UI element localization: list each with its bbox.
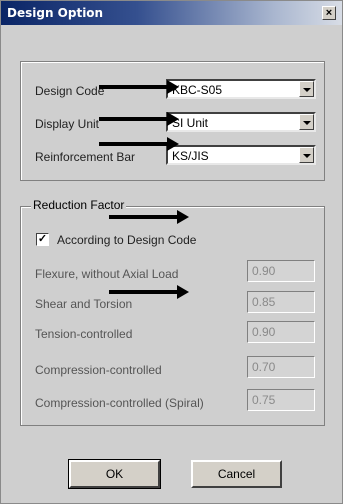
design-code-value: KBC-S05 [172, 83, 223, 97]
tension-controlled-value: 0.90 [252, 325, 276, 339]
annotation-arrow [99, 80, 179, 94]
tension-controlled-field[interactable]: 0.90 [247, 321, 315, 343]
display-unit-label: Display Unit [35, 117, 100, 131]
annotation-arrow [109, 210, 189, 224]
design-code-dropdown-button[interactable] [299, 81, 314, 97]
according-to-design-code-label: According to Design Code [57, 233, 197, 247]
annotation-arrow [99, 112, 179, 126]
display-unit-dropdown-button[interactable] [299, 114, 314, 130]
chevron-down-icon [303, 154, 311, 158]
according-to-design-code-checkbox[interactable]: ✓ [36, 233, 49, 246]
ok-button[interactable]: OK [69, 460, 160, 488]
flexure-label: Flexure, without Axial Load [35, 267, 179, 281]
close-button[interactable]: × [322, 6, 336, 20]
close-icon: × [325, 7, 333, 19]
compression-controlled-value: 0.70 [252, 360, 276, 374]
display-unit-select[interactable]: SI Unit [166, 112, 316, 132]
tension-controlled-label: Tension-controlled [35, 327, 133, 341]
compression-spiral-field[interactable]: 0.75 [247, 389, 315, 411]
reinforcement-bar-label: Reinforcement Bar [35, 150, 136, 164]
reinforcement-bar-select[interactable]: KS/JIS [166, 145, 316, 165]
cancel-button[interactable]: Cancel [191, 460, 282, 488]
compression-controlled-field[interactable]: 0.70 [247, 356, 315, 378]
title-bar[interactable]: Design Option × [1, 1, 342, 25]
shear-torsion-label: Shear and Torsion [35, 297, 133, 311]
flexure-field[interactable]: 0.90 [247, 260, 315, 282]
compression-controlled-label: Compression-controlled [35, 363, 162, 377]
chevron-down-icon [303, 121, 311, 125]
flexure-value: 0.90 [252, 264, 276, 278]
dialog-title: Design Option [7, 6, 104, 20]
shear-torsion-field[interactable]: 0.85 [247, 291, 315, 313]
design-code-label: Design Code [35, 84, 105, 98]
compression-spiral-label: Compression-controlled (Spiral) [35, 396, 204, 410]
annotation-arrow [99, 137, 179, 151]
design-option-dialog: Design Option × Design Code KBC-S05 Disp… [0, 0, 343, 504]
check-icon: ✓ [37, 233, 48, 245]
chevron-down-icon [303, 88, 311, 92]
design-code-select[interactable]: KBC-S05 [166, 79, 316, 99]
reinforcement-bar-value: KS/JIS [172, 149, 209, 163]
compression-spiral-value: 0.75 [252, 393, 276, 407]
shear-torsion-value: 0.85 [252, 295, 276, 309]
reinforcement-bar-dropdown-button[interactable] [299, 147, 314, 163]
annotation-arrow [109, 285, 189, 299]
